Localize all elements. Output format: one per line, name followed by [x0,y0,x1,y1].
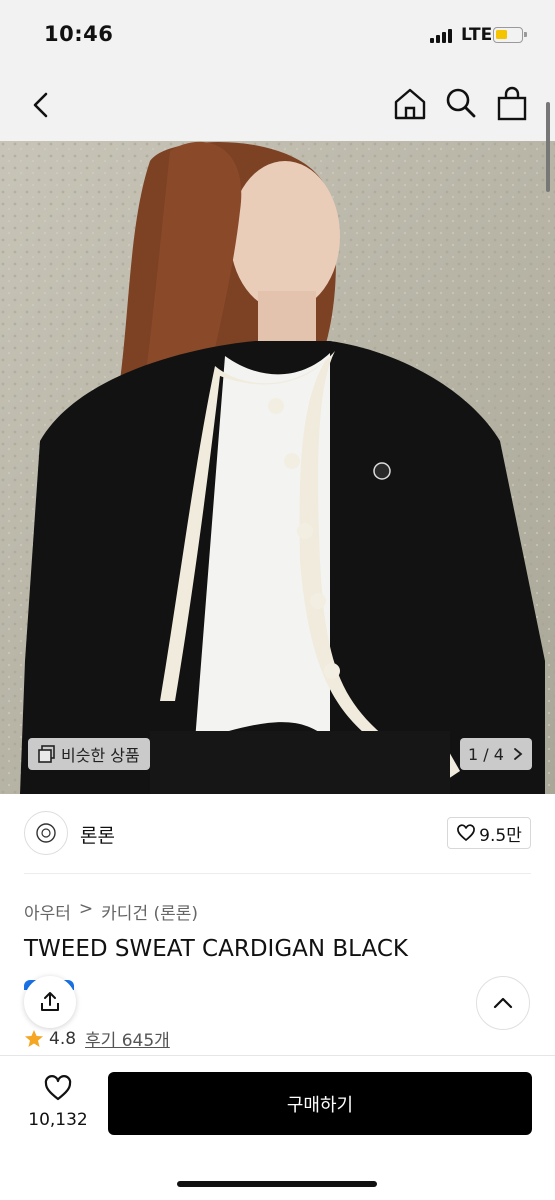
breadcrumb-subcategory[interactable]: 카디건 (론론) [101,899,198,924]
review-count-link[interactable]: 후기 645개 [85,1026,170,1051]
divider [24,873,531,874]
product-photo-illustration [0,141,555,794]
battery-icon [493,27,527,43]
breadcrumb-category[interactable]: 아우터 [24,899,71,924]
product-title: TWEED SWEAT CARDIGAN BLACK [24,936,408,962]
scroll-top-button[interactable] [476,976,530,1030]
home-icon[interactable] [392,86,428,122]
wishlist-count: 10,132 [28,1110,88,1130]
brand-logo[interactable] [24,811,68,855]
home-indicator[interactable] [177,1181,377,1187]
heart-icon [457,824,476,842]
status-time: 10:46 [44,22,114,46]
brand-name[interactable]: 론론 [80,821,115,848]
search-icon[interactable] [444,86,478,122]
brand-like-button[interactable]: 9.5만 [447,817,531,849]
breadcrumb: 아우터 > 카디건 (론론) [24,899,198,924]
rating-row: 4.8 후기 645개 [24,1026,170,1051]
top-nav-bar [0,70,555,141]
similar-products-button[interactable]: 비슷한 상품 [28,738,150,770]
shopping-bag-icon[interactable] [496,85,528,123]
similar-products-label: 비슷한 상품 [61,746,140,765]
breadcrumb-separator: > [78,899,94,919]
chevron-right-icon [514,748,523,760]
product-image[interactable] [0,141,555,794]
similar-items-icon [38,745,55,763]
bottom-action-bar: 10,132 구매하기 [0,1055,555,1200]
share-icon [41,992,59,1011]
chevron-up-icon [493,997,513,1009]
star-icon [25,1029,43,1047]
signal-icon [430,29,456,43]
status-bar: 10:46 LTE [0,0,555,70]
back-chevron-icon[interactable] [28,90,54,120]
rating-score: 4.8 [49,1028,77,1049]
buy-button[interactable]: 구매하기 [108,1072,532,1135]
share-button[interactable] [24,976,76,1028]
brand-like-count: 9.5만 [479,825,522,846]
image-page-indicator[interactable]: 1 / 4 [460,738,532,770]
page-indicator-text: 1 / 4 [468,744,504,764]
wishlist-button[interactable]: 10,132 [22,1074,94,1134]
brand-emblem-icon [36,823,56,843]
heart-icon [44,1075,72,1101]
network-label: LTE [461,25,493,45]
page-scrollbar[interactable] [546,102,550,192]
brand-row: 론론 9.5만 [0,794,555,874]
